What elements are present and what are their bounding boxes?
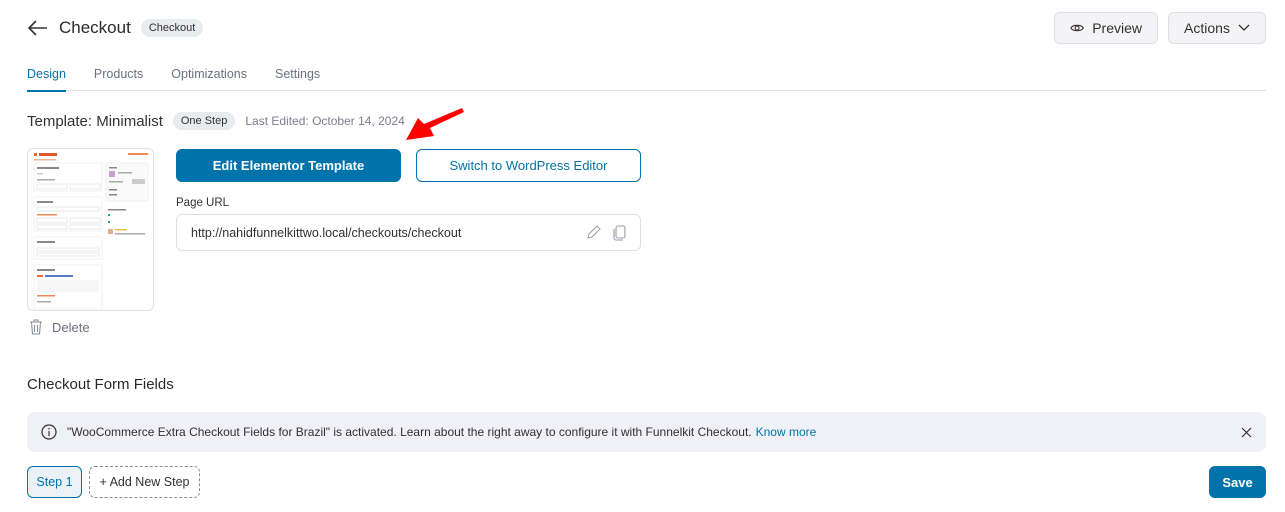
- preview-label: Preview: [1092, 20, 1142, 36]
- switch-wordpress-editor-button[interactable]: Switch to WordPress Editor: [416, 149, 641, 182]
- tab-products[interactable]: Products: [94, 62, 143, 91]
- back-button[interactable]: [27, 17, 49, 39]
- add-new-step-button[interactable]: + Add New Step: [89, 466, 200, 498]
- tab-settings[interactable]: Settings: [275, 62, 320, 91]
- template-preview-image: [33, 153, 149, 310]
- edit-url-button[interactable]: [586, 225, 601, 240]
- step-badge: One Step: [172, 112, 236, 130]
- page-title: Checkout: [59, 18, 131, 37]
- delete-button[interactable]: Delete: [29, 319, 90, 335]
- notice-text: "WooCommerce Extra Checkout Fields for B…: [67, 425, 752, 439]
- pencil-icon: [587, 225, 601, 239]
- know-more-link[interactable]: Know more: [756, 425, 817, 439]
- chevron-down-icon: [1238, 24, 1250, 31]
- template-header: Template: Minimalist One Step Last Edite…: [27, 112, 405, 130]
- last-edited: Last Edited: October 14, 2024: [245, 114, 405, 128]
- tab-bar: Design Products Optimizations Settings: [27, 62, 1266, 92]
- checkout-form-fields-title: Checkout Form Fields: [27, 376, 174, 393]
- close-notice-button[interactable]: [1241, 427, 1252, 438]
- tab-design[interactable]: Design: [27, 62, 66, 92]
- template-thumbnail[interactable]: [27, 148, 154, 311]
- page-url-label: Page URL: [176, 197, 230, 209]
- actions-label: Actions: [1184, 20, 1230, 36]
- save-button[interactable]: Save: [1209, 466, 1266, 498]
- tab-optimizations[interactable]: Optimizations: [171, 62, 247, 91]
- eye-icon: [1070, 24, 1084, 32]
- info-icon: [41, 424, 57, 440]
- preview-button[interactable]: Preview: [1054, 12, 1158, 44]
- delete-label: Delete: [52, 319, 90, 335]
- close-icon: [1241, 427, 1252, 437]
- annotation-arrow-icon: [406, 108, 464, 140]
- trash-icon: [30, 319, 42, 335]
- edit-elementor-template-button[interactable]: Edit Elementor Template: [176, 149, 401, 182]
- copy-url-button[interactable]: [613, 224, 626, 241]
- arrow-left-icon: [28, 20, 47, 36]
- page-header: Checkout Checkout Preview Actions: [27, 12, 1266, 44]
- template-title: Template: Minimalist: [27, 112, 163, 130]
- plugin-notice: "WooCommerce Extra Checkout Fields for B…: [27, 412, 1266, 452]
- page-url-value: http://nahidfunnelkittwo.local/checkouts…: [191, 225, 462, 240]
- type-badge: Checkout: [140, 19, 204, 37]
- page-url-field[interactable]: http://nahidfunnelkittwo.local/checkouts…: [176, 214, 641, 251]
- actions-dropdown[interactable]: Actions: [1168, 12, 1266, 44]
- copy-icon: [613, 224, 626, 241]
- step-1-tab[interactable]: Step 1: [27, 466, 82, 498]
